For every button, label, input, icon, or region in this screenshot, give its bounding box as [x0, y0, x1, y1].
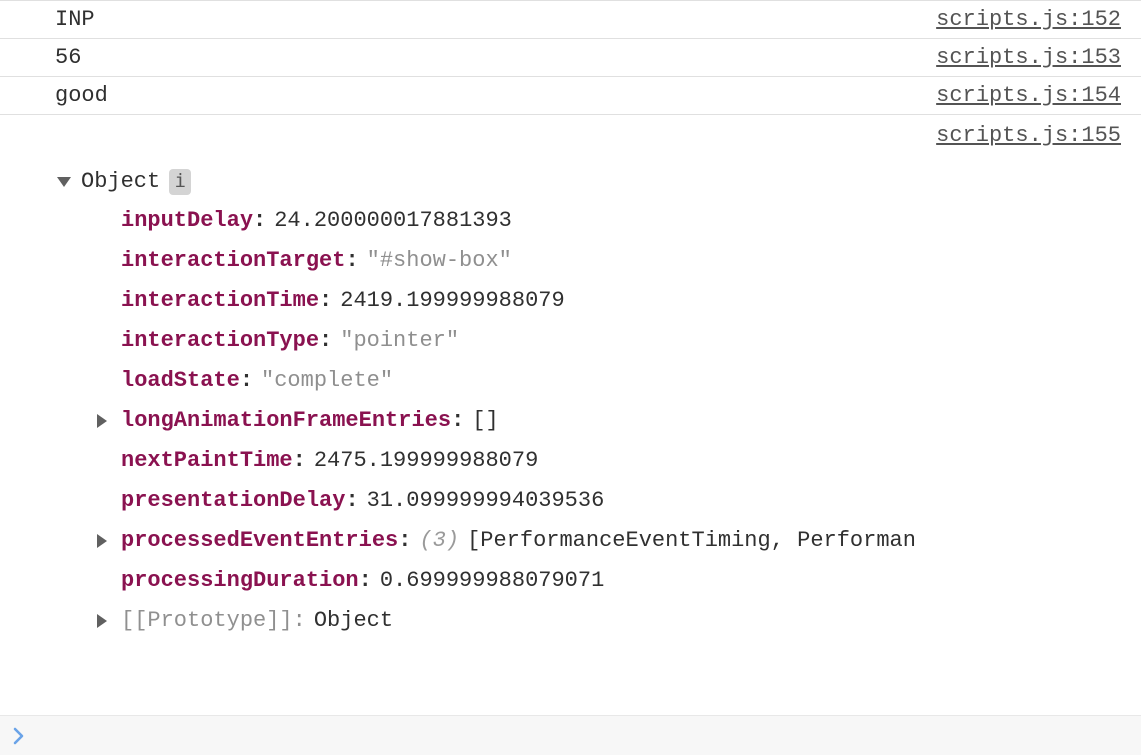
prop-interaction-target[interactable]: interactionTarget: "#show-box" [99, 241, 1121, 281]
console-row: 56 scripts.js:153 [0, 39, 1141, 77]
prop-key: [[Prototype]] [121, 601, 293, 641]
prop-key: presentationDelay [121, 481, 345, 521]
object-label: Object [81, 162, 160, 201]
array-count: (3) [419, 521, 459, 561]
prop-presentation-delay[interactable]: presentationDelay: 31.099999994039536 [99, 481, 1121, 521]
prop-value: 2475.199999988079 [314, 441, 538, 481]
prop-next-paint-time[interactable]: nextPaintTime: 2475.199999988079 [99, 441, 1121, 481]
console-message: 56 [55, 45, 81, 70]
prop-value: 24.200000017881393 [274, 201, 512, 241]
prop-value: 0.699999988079071 [380, 561, 604, 601]
prop-processing-duration[interactable]: processingDuration: 0.699999988079071 [99, 561, 1121, 601]
prop-value: 2419.199999988079 [340, 281, 564, 321]
source-link[interactable]: scripts.js:153 [936, 45, 1121, 70]
disclosure-triangle-closed-icon [97, 614, 107, 628]
console-prompt[interactable] [0, 715, 1141, 755]
prop-key: interactionType [121, 321, 319, 361]
prop-prototype[interactable]: [[Prototype]]: Object [99, 601, 1121, 641]
disclosure-triangle-open-icon [57, 177, 71, 187]
prop-interaction-time[interactable]: interactionTime: 2419.199999988079 [99, 281, 1121, 321]
prop-key: nextPaintTime [121, 441, 293, 481]
prop-value: 31.099999994039536 [367, 481, 605, 521]
prop-key: processingDuration [121, 561, 359, 601]
source-link[interactable]: scripts.js:154 [936, 83, 1121, 108]
prop-load-state[interactable]: loadState: "complete" [99, 361, 1121, 401]
prop-value: "pointer" [340, 321, 459, 361]
console-message: good [55, 83, 108, 108]
object-toggle[interactable]: Object i [55, 162, 1121, 201]
chevron-right-icon [12, 727, 26, 745]
disclosure-triangle-closed-icon [97, 414, 107, 428]
array-preview: [PerformanceEventTiming, Performan [467, 521, 916, 561]
console-row: INP scripts.js:152 [0, 0, 1141, 39]
prop-long-animation-frame-entries[interactable]: longAnimationFrameEntries: [] [99, 401, 1121, 441]
prop-key: inputDelay [121, 201, 253, 241]
prop-key: interactionTime [121, 281, 319, 321]
console-row: good scripts.js:154 [0, 77, 1141, 115]
object-properties: inputDelay: 24.200000017881393 interacti… [55, 201, 1121, 641]
prop-processed-event-entries[interactable]: processedEventEntries: (3) [PerformanceE… [99, 521, 1121, 561]
prop-value: [] [472, 401, 498, 441]
prop-key: loadState [121, 361, 240, 401]
object-header-row: scripts.js:155 [55, 123, 1121, 148]
disclosure-triangle-closed-icon [97, 534, 107, 548]
source-link[interactable]: scripts.js:155 [936, 123, 1121, 148]
source-link[interactable]: scripts.js:152 [936, 7, 1121, 32]
prop-key: processedEventEntries [121, 521, 398, 561]
prop-value: "#show-box" [367, 241, 512, 281]
prop-value: Object [314, 601, 393, 641]
prop-value: "complete" [261, 361, 393, 401]
prop-key: interactionTarget [121, 241, 345, 281]
prop-key: longAnimationFrameEntries [121, 401, 451, 441]
prop-input-delay[interactable]: inputDelay: 24.200000017881393 [99, 201, 1121, 241]
info-icon[interactable]: i [169, 169, 191, 195]
console-message: INP [55, 7, 95, 32]
prop-interaction-type[interactable]: interactionType: "pointer" [99, 321, 1121, 361]
console-object-entry: scripts.js:155 Object i inputDelay: 24.2… [0, 115, 1141, 642]
